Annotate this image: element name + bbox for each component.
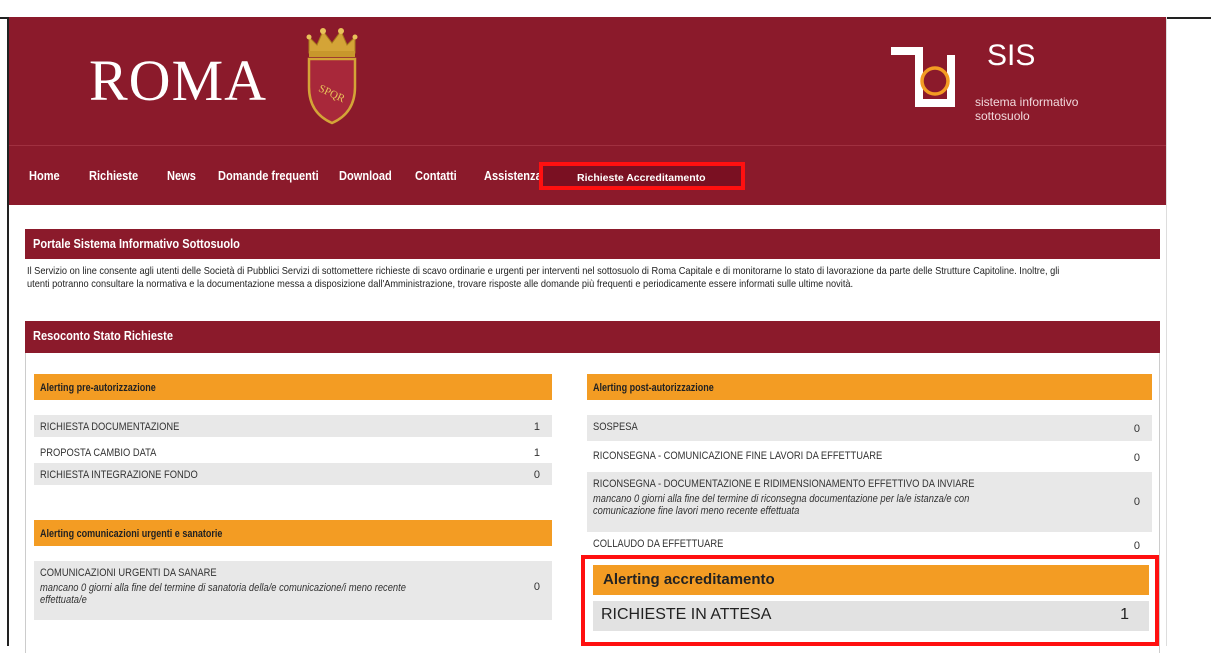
row-value: 0 [1133, 496, 1140, 508]
nav-download[interactable]: Download [339, 168, 392, 183]
list-item[interactable]: COMUNICAZIONI URGENTI DA SANARE mancano … [34, 561, 552, 620]
nav-news[interactable]: News [167, 168, 196, 183]
list-item[interactable]: RICONSEGNA - COMUNICAZIONE FINE LAVORI D… [587, 444, 1152, 470]
roma-logo-text[interactable]: ROMA [89, 47, 267, 114]
list-item[interactable]: RICHIESTA DOCUMENTAZIONE 1 [34, 415, 552, 437]
nav-richieste[interactable]: Richieste [89, 168, 138, 183]
row-label: COLLAUDO DA EFFETTUARE [593, 538, 724, 550]
nav-contatti[interactable]: Contatti [415, 168, 457, 183]
row-label: RICONSEGNA - COMUNICAZIONE FINE LAVORI D… [593, 450, 883, 462]
row-label: PROPOSTA CAMBIO DATA [40, 447, 157, 459]
portal-intro-line1: Il Servizio on line consente agli utenti… [27, 265, 1060, 277]
post-auth-title: Alerting post-autorizzazione [593, 382, 714, 394]
list-item[interactable]: PROPOSTA CAMBIO DATA 1 [34, 441, 552, 463]
row-note-line2: comunicazione fine lavori meno recente e… [593, 505, 800, 517]
row-label: RICONSEGNA - DOCUMENTAZIONE E RIDIMENSIO… [593, 478, 975, 490]
row-value: 0 [533, 469, 540, 481]
accreditamento-highlight: Alerting accreditamento RICHIESTE IN ATT… [581, 555, 1159, 646]
row-label: SOSPESA [593, 421, 638, 433]
nav-home[interactable]: Home [29, 168, 60, 183]
row-value: 0 [1133, 423, 1140, 435]
row-value: 1 [533, 421, 540, 433]
row-note-line2: effettuata/e [40, 594, 87, 606]
nav-assistenza[interactable]: Assistenza [484, 168, 542, 183]
list-item[interactable]: RICHIESTA INTEGRAZIONE FONDO 0 [34, 463, 552, 485]
portal-title: Portale Sistema Informativo Sottosuolo [33, 236, 240, 251]
sis-title: SIS [987, 39, 1036, 72]
row-label: COMUNICAZIONI URGENTI DA SANARE [40, 567, 217, 579]
portal-title-bar: Portale Sistema Informativo Sottosuolo [25, 229, 1160, 259]
row-value: 0 [1133, 452, 1140, 464]
sis-subtitle-line2: sottosuolo [975, 109, 1030, 123]
roma-crest-icon: SPQR [306, 28, 358, 125]
list-item[interactable]: RICONSEGNA - DOCUMENTAZIONE E RIDIMENSIO… [587, 472, 1152, 532]
portal-intro-line2: utenti potranno consultare la normativa … [27, 278, 854, 290]
list-item[interactable]: RICHIESTE IN ATTESA 1 [593, 601, 1149, 631]
portal-intro: Il Servizio on line consente agli utenti… [27, 265, 1167, 291]
row-label: RICHIESTE IN ATTESA [601, 606, 772, 623]
row-label: RICHIESTA DOCUMENTAZIONE [40, 421, 180, 433]
row-value: 1 [1120, 606, 1129, 623]
accreditamento-title: Alerting accreditamento [603, 571, 775, 588]
nav-richieste-accreditamento-label: Richieste Accreditamento [577, 172, 706, 184]
urgent-title: Alerting comunicazioni urgenti e sanator… [40, 528, 223, 540]
nav-domande-frequenti[interactable]: Domande frequenti [218, 168, 319, 183]
pre-auth-title: Alerting pre-autorizzazione [40, 382, 156, 394]
resoconto-title-bar: Resoconto Stato Richieste [25, 321, 1160, 353]
sis-subtitle-line1: sistema informativo [975, 95, 1079, 109]
site-header: ROMA SPQR SIS sistema informativo sottos… [9, 17, 1166, 145]
row-value: 0 [1133, 540, 1140, 552]
sis-logo-icon [891, 47, 955, 107]
row-note-line1: mancano 0 giorni alla fine del termine d… [593, 493, 970, 505]
row-label: RICHIESTA INTEGRAZIONE FONDO [40, 469, 198, 481]
resoconto-title: Resoconto Stato Richieste [33, 328, 173, 343]
row-value: 0 [533, 581, 540, 593]
main-navigation: Home Richieste News Domande frequenti Do… [9, 145, 1166, 205]
pre-auth-header: Alerting pre-autorizzazione [34, 374, 552, 400]
accreditamento-header: Alerting accreditamento [593, 565, 1149, 595]
urgent-header: Alerting comunicazioni urgenti e sanator… [34, 520, 552, 546]
list-item[interactable]: COLLAUDO DA EFFETTUARE 0 [587, 532, 1152, 554]
nav-richieste-accreditamento[interactable]: Richieste Accreditamento [539, 162, 745, 190]
sis-subtitle: sistema informativo sottosuolo [975, 95, 1105, 123]
list-item[interactable]: SOSPESA 0 [587, 415, 1152, 441]
row-note-line1: mancano 0 giorni alla fine del termine d… [40, 582, 406, 594]
row-value: 1 [533, 447, 540, 459]
post-auth-header: Alerting post-autorizzazione [587, 374, 1152, 400]
